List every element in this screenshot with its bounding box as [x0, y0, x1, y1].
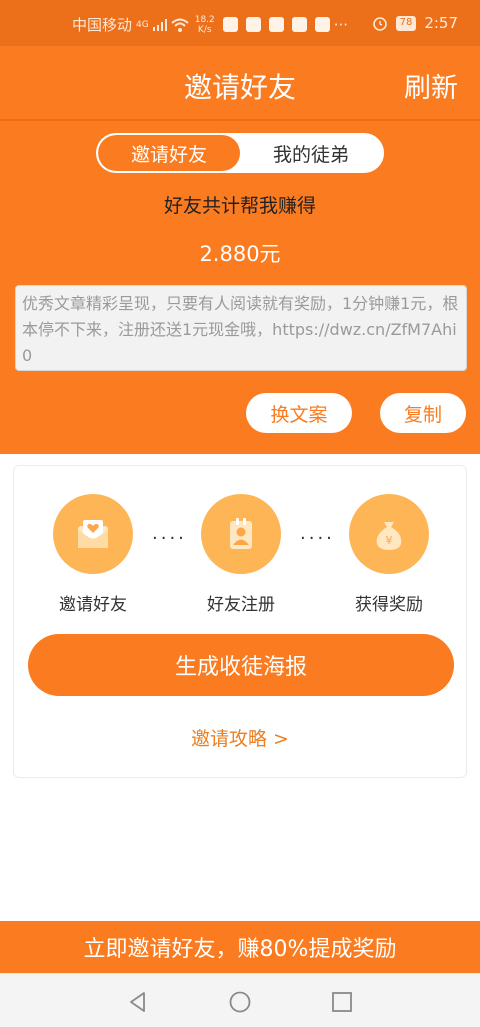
- step-connector: ····: [300, 528, 335, 549]
- step-circle: [201, 494, 281, 574]
- step-label: 邀请好友: [59, 595, 127, 615]
- signal-bars-icon: [152, 18, 167, 31]
- app-notification-icon: [291, 17, 307, 32]
- back-icon[interactable]: [126, 990, 150, 1014]
- generate-poster-button[interactable]: 生成收徒海报: [28, 634, 454, 696]
- step-label: 好友注册: [207, 595, 275, 615]
- step-invite: 邀请好友: [38, 494, 148, 615]
- earnings-label: 好友共计帮我赚得: [163, 195, 316, 217]
- app-header: 邀请好友 刷新: [0, 46, 480, 120]
- signal-icon: 4G: [136, 19, 149, 30]
- invite-steps-card: 邀请好友 ···· 好友注册 ···· ¥ 获得奖励 生成收徒海报 邀请攻略 >: [13, 465, 467, 778]
- app-notification-icon: [245, 17, 261, 32]
- status-bar: 中国移动 4G 18.2 K/s ··· 78 2:57: [0, 0, 480, 46]
- svg-text:¥: ¥: [386, 534, 393, 547]
- tab-my-apprentices[interactable]: 我的徒弟: [240, 135, 382, 171]
- step-circle: [53, 494, 133, 574]
- app-notification-icon: [268, 17, 284, 32]
- clock: 2:57: [424, 14, 458, 32]
- invite-panel: 邀请好友 我的徒弟 好友共计帮我赚得 2.880元 优秀文章精彩呈现，只要有人阅…: [0, 121, 480, 454]
- network-speed: 18.2 K/s: [194, 14, 215, 35]
- refresh-button[interactable]: 刷新: [404, 66, 458, 105]
- step-reward: ¥ 获得奖励: [334, 494, 444, 615]
- recent-apps-icon[interactable]: [330, 990, 354, 1014]
- envelope-heart-icon: [78, 520, 108, 548]
- share-text-box[interactable]: 优秀文章精彩呈现，只要有人阅读就有奖励，1分钟赚1元，根本停不下来，注册还送1元…: [15, 285, 467, 371]
- copy-button[interactable]: 复制: [380, 393, 466, 433]
- app-notification-icon: [222, 17, 238, 32]
- step-connector: ····: [152, 528, 187, 549]
- system-nav-bar: [0, 973, 480, 1027]
- battery-icon: 78: [395, 15, 417, 31]
- invite-now-banner[interactable]: 立即邀请好友，赚80%提成奖励: [0, 921, 480, 973]
- invite-guide-link[interactable]: 邀请攻略 >: [14, 724, 466, 751]
- register-card-icon: [230, 518, 252, 549]
- home-icon[interactable]: [228, 990, 252, 1014]
- more-notifications-icon: ···: [333, 15, 349, 34]
- step-label: 获得奖励: [355, 595, 423, 615]
- step-circle: ¥: [349, 494, 429, 574]
- wifi-icon: [171, 18, 189, 32]
- carrier-label: 中国移动: [72, 16, 133, 34]
- earnings-amount: 2.880元: [199, 242, 281, 266]
- tab-invite-friends[interactable]: 邀请好友: [98, 135, 240, 171]
- step-register: 好友注册: [186, 494, 296, 615]
- app-notification-icon: [314, 17, 330, 32]
- change-copy-button[interactable]: 换文案: [246, 393, 352, 433]
- money-bag-icon: ¥: [376, 522, 402, 550]
- alarm-icon: [372, 17, 387, 31]
- segment-control: 邀请好友 我的徒弟: [96, 133, 384, 173]
